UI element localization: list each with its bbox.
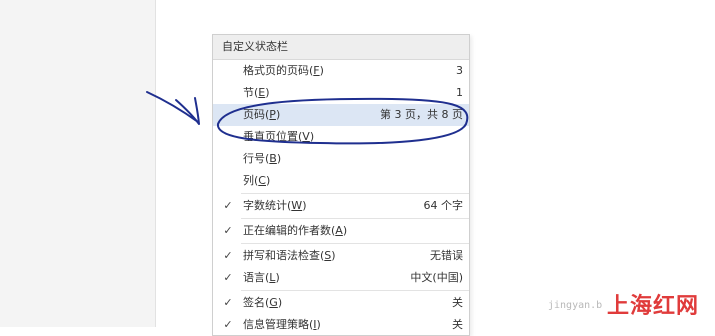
menu-item-label: 信息管理策略(I) xyxy=(243,318,321,331)
menu-item-value: 第 3 页，共 8 页 xyxy=(380,108,463,121)
check-icon: ✓ xyxy=(223,296,233,309)
menu-item-page-number[interactable]: 页码(P) 第 3 页，共 8 页 xyxy=(213,104,469,126)
menu-item-label: 语言(L) xyxy=(243,271,280,284)
customize-status-bar-menu: 自定义状态栏 格式页的页码(F) 3 节(E) 1 页码(P) 第 3 页，共 … xyxy=(212,34,470,336)
menu-separator xyxy=(241,218,469,219)
menu-item-label: 签名(G) xyxy=(243,296,283,309)
check-icon: ✓ xyxy=(223,249,233,262)
menu-item-line-number[interactable]: 行号(B) xyxy=(213,148,469,170)
menu-item-language[interactable]: ✓ 语言(L) 中文(中国) xyxy=(213,267,469,289)
menu-item-info-management-policy[interactable]: ✓ 信息管理策略(I) 关 xyxy=(213,314,469,336)
menu-item-value: 64 个字 xyxy=(423,199,464,212)
menu-item-value: 3 xyxy=(456,64,463,77)
menu-item-label: 正在编辑的作者数(A) xyxy=(243,224,348,237)
menu-separator xyxy=(241,290,469,291)
menu-item-spelling-grammar[interactable]: ✓ 拼写和语法检查(S) 无错误 xyxy=(213,245,469,267)
menu-item-label: 格式页的页码(F) xyxy=(243,64,324,77)
site-logo: 上海红网 xyxy=(607,294,700,319)
menu-item-label: 垂直页位置(V) xyxy=(243,130,315,143)
menu-item-authors-editing[interactable]: ✓ 正在编辑的作者数(A) xyxy=(213,220,469,242)
menu-item-label: 节(E) xyxy=(243,86,270,99)
menu-item-value: 1 xyxy=(456,86,463,99)
check-icon: ✓ xyxy=(223,199,233,212)
menu-item-word-count[interactable]: ✓ 字数统计(W) 64 个字 xyxy=(213,195,469,217)
menu-item-formatted-page-number[interactable]: 格式页的页码(F) 3 xyxy=(213,60,469,82)
menu-item-value: 无错误 xyxy=(430,249,463,262)
menu-item-value: 关 xyxy=(452,318,463,331)
menu-item-label: 列(C) xyxy=(243,174,271,187)
menu-item-value: 中文(中国) xyxy=(410,271,463,284)
document-left-margin xyxy=(0,0,156,327)
menu-title: 自定义状态栏 xyxy=(213,35,469,60)
menu-item-column[interactable]: 列(C) xyxy=(213,170,469,192)
menu-item-label: 页码(P) xyxy=(243,108,281,121)
check-icon: ✓ xyxy=(223,318,233,331)
menu-item-vertical-page-position[interactable]: 垂直页位置(V) xyxy=(213,126,469,148)
check-icon: ✓ xyxy=(223,224,233,237)
menu-item-signatures[interactable]: ✓ 签名(G) 关 xyxy=(213,292,469,314)
menu-item-label: 拼写和语法检查(S) xyxy=(243,249,336,262)
menu-separator xyxy=(241,193,469,194)
menu-separator xyxy=(241,243,469,244)
menu-item-label: 行号(B) xyxy=(243,152,282,165)
menu-item-label: 字数统计(W) xyxy=(243,199,307,212)
menu-item-value: 关 xyxy=(452,296,463,309)
watermark-text: jingyan.b xyxy=(548,300,603,311)
check-icon: ✓ xyxy=(223,271,233,284)
menu-item-section[interactable]: 节(E) 1 xyxy=(213,82,469,104)
